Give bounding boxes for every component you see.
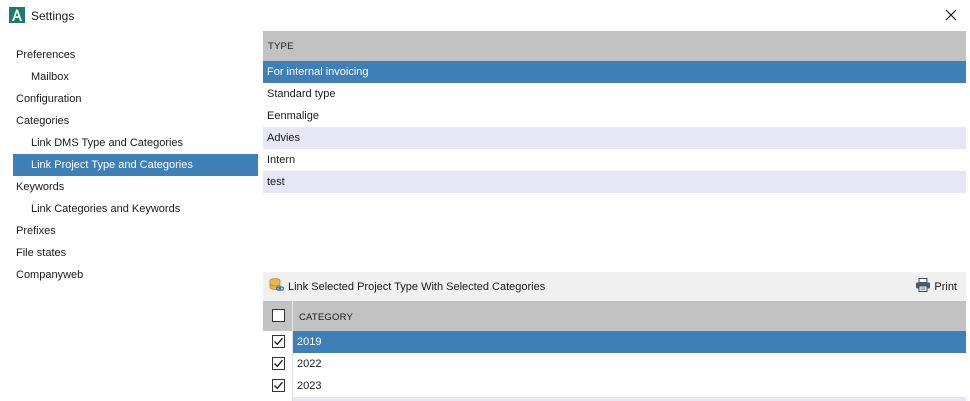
table-row[interactable]: Eenmalige <box>263 105 966 127</box>
close-button[interactable] <box>940 5 962 27</box>
table-row[interactable]: 2019 <box>263 331 966 353</box>
table-row[interactable]: Standard type <box>263 83 966 105</box>
checkbox-cell <box>263 397 293 401</box>
print-label: Print <box>934 280 957 293</box>
table-row[interactable]: 2022 <box>263 353 966 375</box>
table-row[interactable]: Intern <box>263 149 966 171</box>
type-header-label: TYPE <box>268 41 294 52</box>
row-checkbox[interactable] <box>272 335 285 348</box>
printer-icon <box>915 277 931 296</box>
checkbox-cell <box>263 353 293 375</box>
category-grid: CATEGORY 2019 2022 2023 <box>263 301 966 401</box>
select-all-column <box>263 301 293 331</box>
print-button[interactable]: Print <box>915 276 957 297</box>
window-title: Settings <box>31 9 75 23</box>
checkbox-cell <box>263 375 293 397</box>
select-all-checkbox[interactable] <box>272 309 285 322</box>
category-value: 2022 <box>297 358 322 370</box>
sidebar-item-file-states[interactable]: File states <box>13 242 258 264</box>
link-selected-label: Link Selected Project Type With Selected… <box>288 280 546 293</box>
sidebar-item-link-dms-type[interactable]: Link DMS Type and Categories <box>13 132 258 154</box>
title-bar: Settings <box>0 0 970 31</box>
category-value: 2019 <box>297 336 322 348</box>
row-checkbox[interactable] <box>272 357 285 370</box>
checkmark-icon <box>274 359 283 368</box>
sidebar-item-keywords[interactable]: Keywords <box>13 176 258 198</box>
sidebar-item-companyweb[interactable]: Companyweb <box>13 264 258 286</box>
table-row[interactable]: Advies <box>263 127 966 149</box>
project-type-grid: TYPE For internal invoicing Standard typ… <box>263 31 966 195</box>
link-selected-button[interactable]: Link Selected Project Type With Selected… <box>269 276 545 297</box>
link-toolbar: Link Selected Project Type With Selected… <box>263 272 966 301</box>
checkmark-icon <box>274 381 283 390</box>
table-row[interactable]: For internal invoicing <box>263 61 966 83</box>
type-column-header[interactable]: TYPE <box>263 31 966 61</box>
table-row[interactable]: test <box>263 171 966 193</box>
table-row[interactable]: 2023 <box>263 375 966 397</box>
sidebar-item-mailbox[interactable]: Mailbox <box>13 66 258 88</box>
checkmark-icon <box>274 337 283 346</box>
settings-sidebar: Preferences Mailbox Configuration Catego… <box>0 44 262 401</box>
database-link-icon <box>269 277 285 296</box>
sidebar-item-preferences[interactable]: Preferences <box>13 44 258 66</box>
category-header-label: CATEGORY <box>299 312 354 323</box>
sidebar-item-configuration[interactable]: Configuration <box>13 88 258 110</box>
checkbox-cell <box>263 331 293 353</box>
category-column-header: CATEGORY <box>263 301 966 331</box>
category-value: 2023 <box>297 380 322 392</box>
app-logo-icon <box>9 7 25 23</box>
row-checkbox[interactable] <box>272 379 285 392</box>
table-row[interactable] <box>263 397 966 401</box>
sidebar-item-link-project-type[interactable]: Link Project Type and Categories <box>13 154 258 176</box>
sidebar-item-prefixes[interactable]: Prefixes <box>13 220 258 242</box>
sidebar-item-categories[interactable]: Categories <box>13 110 258 132</box>
close-icon <box>945 9 957 24</box>
sidebar-item-link-categories-keywords[interactable]: Link Categories and Keywords <box>13 198 258 220</box>
